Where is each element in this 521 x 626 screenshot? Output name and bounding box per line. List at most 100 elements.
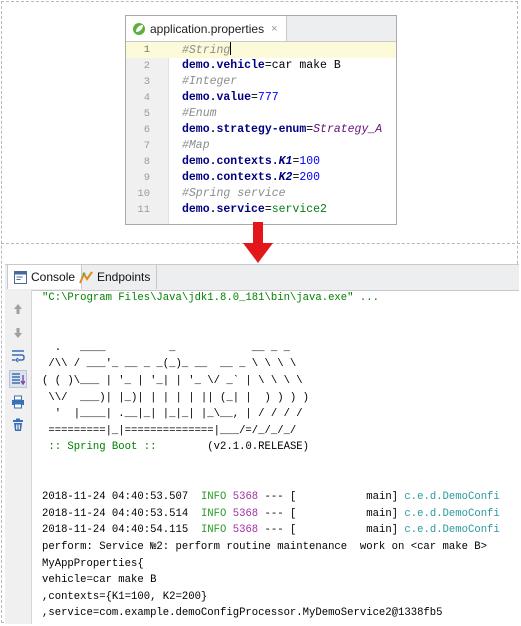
banner-line: ( ( )\___ | '_ | '_| | '_ \/ _` | \ \ \ … xyxy=(42,373,519,390)
log-timestamp: 2018-11-24 04:40:54.115 xyxy=(42,524,189,537)
property-key: demo.contexts. xyxy=(182,171,279,184)
line-number: 3 xyxy=(143,76,150,88)
line-code: demo.value=777 xyxy=(182,90,279,106)
equals-sign: = xyxy=(251,91,258,104)
property-value: Strategy_A xyxy=(313,123,383,136)
map-key: K1 xyxy=(278,155,293,168)
console-tab-bar: Console Endpoints xyxy=(5,264,519,291)
log-pid: 5368 xyxy=(232,507,259,520)
property-value: 100 xyxy=(299,155,321,168)
log-separator: --- [ xyxy=(258,507,297,520)
output-line: perform: Service №2: perform routine mai… xyxy=(42,539,519,556)
editor-panel: application.properties × 1 #String 2 demo.v… xyxy=(125,15,397,225)
tab-endpoints-label: Endpoints xyxy=(97,270,151,284)
banner-text: . ____ _ __ _ _ xyxy=(42,341,290,354)
down-arrow-icon xyxy=(243,243,273,263)
tab-console[interactable]: Console xyxy=(7,265,83,289)
output-line: ,contexts={K1=100, K2=200} xyxy=(42,589,519,606)
property-key: demo.contexts. xyxy=(182,155,279,168)
editor-line[interactable]: 1 #String xyxy=(126,42,396,58)
editor-line[interactable]: 6 demo.strategy-enum=Strategy_A xyxy=(126,122,396,138)
log-thread: main] xyxy=(296,491,399,504)
line-number: 9 xyxy=(143,172,150,184)
map-key: K2 xyxy=(278,171,293,184)
editor-line[interactable]: 5 #Enum xyxy=(126,106,396,122)
comment-text: #Integer xyxy=(182,75,238,88)
editor-line[interactable]: 10 #Spring service xyxy=(126,186,396,202)
output-text: vehicle=car make B xyxy=(42,574,157,587)
line-code: #Integer xyxy=(182,74,237,90)
banner-text: \\/ ___)| |_)| | | | | || (_| | ) ) ) ) xyxy=(42,391,310,404)
trash-icon[interactable] xyxy=(9,416,27,434)
editor-line[interactable]: 3 #Integer xyxy=(126,74,396,90)
print-icon[interactable] xyxy=(9,393,27,411)
spring-boot-line: :: Spring Boot :: (v2.1.0.RELEASE) xyxy=(42,439,519,456)
log-level: INFO xyxy=(200,507,227,520)
log-level: INFO xyxy=(200,524,227,537)
property-key: demo.service xyxy=(182,203,265,216)
close-icon[interactable]: × xyxy=(271,23,277,35)
tab-endpoints[interactable]: Endpoints xyxy=(73,265,158,289)
log-thread: main] xyxy=(296,524,399,537)
editor-line[interactable]: 8 demo.contexts.K1=100 xyxy=(126,154,396,170)
line-number: 10 xyxy=(137,188,150,200)
output-text: ,service=com.example.demoConfigProcessor… xyxy=(42,607,443,620)
spring-leaf-icon xyxy=(133,22,145,35)
run-console-panel: Console Endpoints "C:\Program Files\Java… xyxy=(5,264,519,624)
property-key: demo.vehicle xyxy=(182,59,265,72)
line-number: 8 xyxy=(143,156,150,168)
java-command-line: "C:\Program Files\Java\jdk1.8.0_181\bin\… xyxy=(42,290,519,307)
tab-application-properties[interactable]: application.properties × xyxy=(126,16,287,41)
comment-text: #String xyxy=(182,44,231,57)
java-command: "C:\Program Files\Java\jdk1.8.0_181\bin\… xyxy=(42,292,379,304)
line-code: demo.strategy-enum=Strategy_A xyxy=(182,122,382,138)
log-timestamp: 2018-11-24 04:40:53.507 xyxy=(42,491,189,504)
banner-line: ' |____| .__|_| |_|_| |_\__, | / / / / xyxy=(42,406,519,423)
equals-sign: = xyxy=(264,59,272,72)
spring-boot-label: :: Spring Boot :: xyxy=(42,441,163,454)
comment-text: #Spring service xyxy=(182,187,286,200)
editor-line[interactable]: 2 demo.vehicle=car make B xyxy=(126,58,396,74)
comment-text: #Enum xyxy=(182,107,217,120)
soft-wrap-icon[interactable] xyxy=(9,347,27,365)
line-code: #String xyxy=(182,42,232,59)
line-code: #Map xyxy=(182,138,210,154)
arrow-down-icon[interactable] xyxy=(9,324,27,342)
editor-line[interactable]: 9 demo.contexts.K2=200 xyxy=(126,170,396,186)
log-separator: --- [ xyxy=(258,524,297,537)
output-line: MyAppProperties{ xyxy=(42,556,519,573)
banner-line: /\\ / ___'_ __ _ _(_)_ __ __ _ \ \ \ \ xyxy=(42,356,519,373)
output-text: MyAppProperties{ xyxy=(42,557,144,570)
line-code: demo.service=service2 xyxy=(182,202,327,218)
banner-line: \\/ ___)| |_)| | | | | || (_| | ) ) ) ) xyxy=(42,390,519,407)
line-number: 1 xyxy=(143,44,150,56)
log-line: 2018-11-24 04:40:53.507 INFO 5368 --- [ … xyxy=(42,489,519,506)
line-number: 5 xyxy=(143,108,150,120)
log-level: INFO xyxy=(200,491,227,504)
text-cursor xyxy=(230,42,232,55)
output-text: ,contexts={K1=100, K2=200} xyxy=(42,590,208,603)
scroll-to-end-icon[interactable] xyxy=(9,370,27,388)
line-code: demo.contexts.K1=100 xyxy=(182,154,320,170)
editor-line[interactable]: 11 demo.service=service2 xyxy=(126,202,396,218)
editor-line[interactable]: 7 #Map xyxy=(126,138,396,154)
log-thread: main] xyxy=(296,507,399,520)
property-key: demo.value xyxy=(182,91,252,104)
banner-text: ' |____| .__|_| |_|_| |_\__, | / / / / xyxy=(42,408,303,421)
spring-boot-version: (v2.1.0.RELEASE) xyxy=(162,441,310,454)
log-pid: 5368 xyxy=(232,491,259,504)
output-line: ,service=com.example.demoConfigProcessor… xyxy=(42,605,519,622)
console-output[interactable]: "C:\Program Files\Java\jdk1.8.0_181\bin\… xyxy=(42,290,519,624)
output-line: ,value=777 xyxy=(42,622,519,625)
line-code: #Enum xyxy=(182,106,217,122)
equals-sign: = xyxy=(264,203,272,216)
property-value: service2 xyxy=(271,203,327,216)
line-number: 2 xyxy=(143,60,150,72)
arrow-up-icon[interactable] xyxy=(9,300,27,318)
line-number: 6 xyxy=(143,124,150,136)
editor-line[interactable]: 4 demo.value=777 xyxy=(126,90,396,106)
log-separator: --- [ xyxy=(258,491,297,504)
